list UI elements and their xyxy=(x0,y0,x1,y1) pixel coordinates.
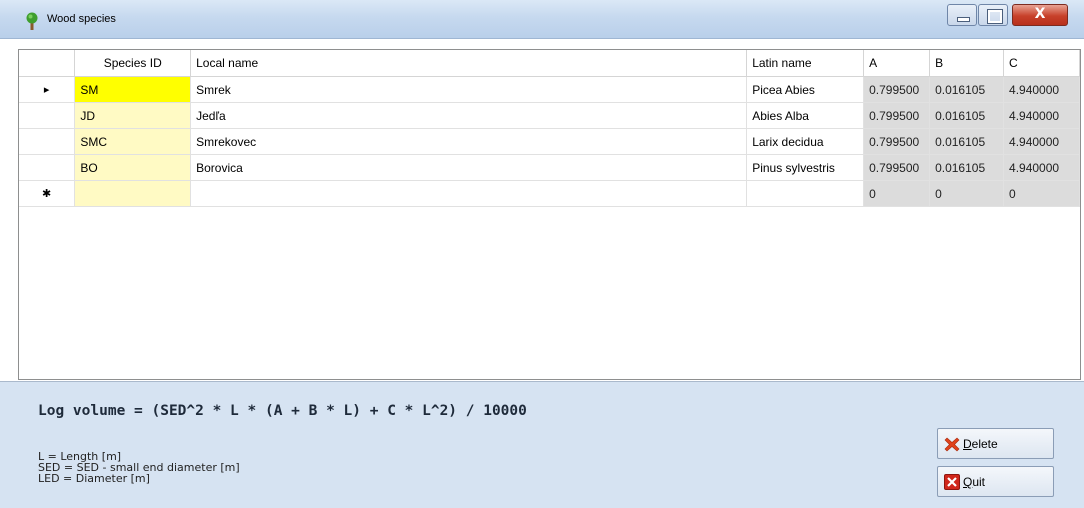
local-name-cell[interactable] xyxy=(190,180,748,207)
a-cell[interactable]: 0.799500 xyxy=(863,76,931,103)
quit-label: Quit xyxy=(963,475,986,489)
new-row-asterisk-icon[interactable]: ✱ xyxy=(19,180,76,207)
tree-icon xyxy=(26,12,38,30)
volume-formula: Log volume = (SED^2 * L * (A + B * L) + … xyxy=(38,403,527,419)
row-header[interactable] xyxy=(19,102,76,129)
delete-x-icon xyxy=(944,437,960,452)
a-cell[interactable]: 0.799500 xyxy=(863,128,931,155)
latin-name-cell[interactable]: Larix decidua xyxy=(746,128,865,155)
row-header-corner xyxy=(19,50,76,77)
column-header-latin-name[interactable]: Latin name xyxy=(746,50,865,77)
table-row[interactable]: ▸ SM Smrek Picea Abies 0.799500 0.016105… xyxy=(19,76,1080,103)
close-icon: X xyxy=(1034,6,1046,22)
b-cell[interactable]: 0.016105 xyxy=(929,128,1005,155)
b-cell[interactable]: 0 xyxy=(929,180,1005,207)
latin-name-cell[interactable]: Picea Abies xyxy=(746,76,865,103)
minimize-button[interactable] xyxy=(947,4,977,26)
maximize-button[interactable] xyxy=(978,4,1008,26)
delete-button[interactable]: Delete xyxy=(937,428,1054,459)
row-header[interactable] xyxy=(19,154,76,181)
local-name-cell[interactable]: Borovica xyxy=(190,154,748,181)
title-bar[interactable]: Wood species X xyxy=(0,0,1084,39)
quit-button[interactable]: Quit xyxy=(937,466,1054,497)
column-header-species-id[interactable]: Species ID xyxy=(74,50,192,77)
table-row[interactable]: BO Borovica Pinus sylvestris 0.799500 0.… xyxy=(19,154,1080,181)
b-cell[interactable]: 0.016105 xyxy=(929,154,1005,181)
current-row-indicator-icon[interactable]: ▸ xyxy=(19,76,76,103)
column-header-b[interactable]: B xyxy=(929,50,1005,77)
close-button[interactable]: X xyxy=(1012,4,1068,26)
b-cell[interactable]: 0.016105 xyxy=(929,102,1005,129)
info-panel: Log volume = (SED^2 * L * (A + B * L) + … xyxy=(0,381,1084,508)
grid-header-row: Species ID Local name Latin name A B C xyxy=(19,50,1080,77)
new-row[interactable]: ✱ 0 0 0 xyxy=(19,180,1080,207)
table-row[interactable]: JD Jedľa Abies Alba 0.799500 0.016105 4.… xyxy=(19,102,1080,129)
latin-name-cell[interactable]: Abies Alba xyxy=(746,102,865,129)
formula-legend: L = Length [m] SED = SED - small end dia… xyxy=(38,451,240,484)
table-row[interactable]: SMC Smrekovec Larix decidua 0.799500 0.0… xyxy=(19,128,1080,155)
latin-name-cell[interactable] xyxy=(746,180,865,207)
a-cell[interactable]: 0 xyxy=(863,180,931,207)
local-name-cell[interactable]: Smrek xyxy=(190,76,748,103)
c-cell[interactable]: 4.940000 xyxy=(1003,76,1080,103)
legend-line: LED = Diameter [m] xyxy=(38,472,150,485)
c-cell[interactable]: 4.940000 xyxy=(1003,128,1080,155)
local-name-cell[interactable]: Smrekovec xyxy=(190,128,748,155)
column-header-a[interactable]: A xyxy=(863,50,931,77)
c-cell[interactable]: 4.940000 xyxy=(1003,102,1080,129)
window-title: Wood species xyxy=(47,13,116,25)
column-header-c[interactable]: C xyxy=(1003,50,1080,77)
latin-name-cell[interactable]: Pinus sylvestris xyxy=(746,154,865,181)
delete-label: Delete xyxy=(963,437,998,451)
species-id-cell[interactable]: JD xyxy=(74,102,192,129)
species-id-cell[interactable] xyxy=(74,180,192,207)
wood-species-window: Wood species X Species ID Local name Lat… xyxy=(0,0,1084,508)
c-cell[interactable]: 0 xyxy=(1003,180,1080,207)
a-cell[interactable]: 0.799500 xyxy=(863,154,931,181)
species-grid[interactable]: Species ID Local name Latin name A B C ▸… xyxy=(18,49,1081,380)
species-id-cell[interactable]: BO xyxy=(74,154,192,181)
local-name-cell[interactable]: Jedľa xyxy=(190,102,748,129)
column-header-local-name[interactable]: Local name xyxy=(190,50,748,77)
a-cell[interactable]: 0.799500 xyxy=(863,102,931,129)
species-id-cell[interactable]: SMC xyxy=(74,128,192,155)
c-cell[interactable]: 4.940000 xyxy=(1003,154,1080,181)
species-id-cell[interactable]: SM xyxy=(74,76,192,103)
b-cell[interactable]: 0.016105 xyxy=(929,76,1005,103)
row-header[interactable] xyxy=(19,128,76,155)
quit-icon xyxy=(944,474,960,490)
